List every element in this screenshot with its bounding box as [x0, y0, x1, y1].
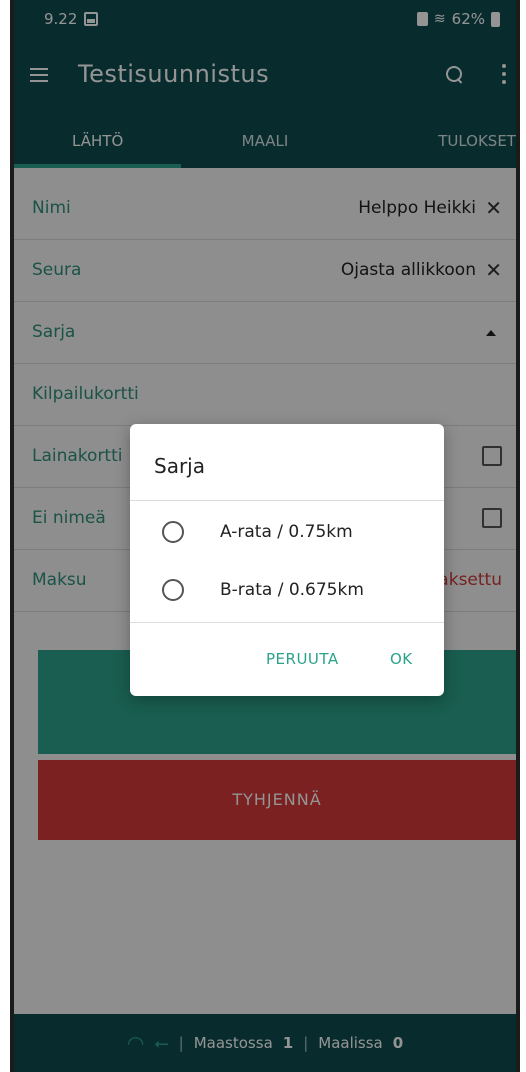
option-b-rata[interactable]: B-rata / 0.675km [130, 566, 444, 618]
dialog-title: Sarja [154, 454, 205, 478]
dialog-divider [130, 622, 444, 623]
phone-screen: 9.22 ≋ 62% Testisuunnistus LÄHTÖ MAALI T… [10, 0, 520, 1072]
app-content: 9.22 ≋ 62% Testisuunnistus LÄHTÖ MAALI T… [14, 0, 516, 1072]
class-selection-dialog: Sarja A-rata / 0.75km B-rata / 0.675km P… [130, 424, 444, 696]
radio-button[interactable] [162, 579, 184, 601]
radio-button[interactable] [162, 521, 184, 543]
ok-button[interactable]: OK [390, 650, 413, 668]
dialog-divider [130, 500, 444, 501]
option-a-rata[interactable]: A-rata / 0.75km [130, 508, 444, 560]
cancel-button[interactable]: PERUUTA [266, 650, 339, 668]
option-label[interactable]: A-rata / 0.75km [220, 522, 353, 542]
option-label[interactable]: B-rata / 0.675km [220, 580, 364, 600]
